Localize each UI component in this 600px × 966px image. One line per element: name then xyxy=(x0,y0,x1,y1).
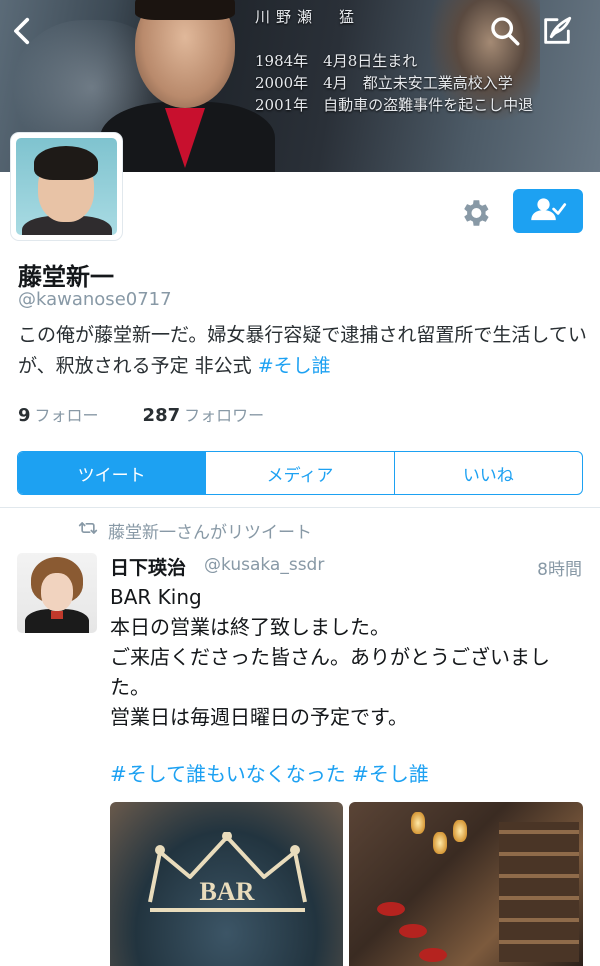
tweet-author-avatar[interactable] xyxy=(17,553,97,633)
followers-stat[interactable]: 287 フォロワー xyxy=(143,402,265,426)
back-icon xyxy=(6,17,40,52)
followers-count: 287 xyxy=(142,405,181,426)
profile-bio-hashtag[interactable]: #そし誰 xyxy=(258,355,331,377)
followers-label: フォロワー xyxy=(184,406,265,425)
settings-button[interactable] xyxy=(458,196,492,230)
profile-display-name: 藤堂新一 xyxy=(18,263,114,291)
tab-tweets[interactable]: ツイート xyxy=(18,452,206,494)
gear-icon xyxy=(458,200,492,234)
profile-tabs: ツイート メディア いいね xyxy=(17,451,583,495)
following-stat[interactable]: 9 フォロー xyxy=(18,402,99,426)
profile-handle: @kawanose0717 xyxy=(18,289,172,310)
tweet-media-sign[interactable]: BAR xyxy=(110,802,343,966)
tweet-author-name[interactable]: 日下瑛治 xyxy=(110,553,186,580)
profile-stats: 9 フォロー 287 フォロワー xyxy=(18,402,264,426)
tweet-author-handle[interactable]: @kusaka_ssdr xyxy=(204,555,324,575)
tab-likes[interactable]: いいね xyxy=(393,452,582,494)
following-count: 9 xyxy=(18,405,31,426)
crown-logo: BAR xyxy=(148,832,307,912)
section-divider xyxy=(0,507,600,508)
tweet-text-line: 本日の営業は終了致しました。 xyxy=(110,615,390,639)
tweet-hashtags[interactable]: #そして誰もいなくなった #そし誰 xyxy=(110,758,429,787)
banner-portrait xyxy=(100,0,275,172)
tweet-text-line: ご来店くださった皆さん。ありがとうございました。 xyxy=(110,645,550,699)
retweet-context: 藤堂新一さんがリツイート xyxy=(78,518,312,543)
tweet-text-line: BAR King xyxy=(110,585,202,609)
following-label: フォロー xyxy=(34,406,99,425)
banner-caption-line: 2000年 4月 都立未安工業高校入学 xyxy=(255,74,513,92)
profile-avatar[interactable] xyxy=(11,133,122,240)
tweet-media-bar[interactable] xyxy=(349,802,583,966)
tweet-timestamp: 8時間 xyxy=(537,560,582,580)
back-button[interactable] xyxy=(6,14,46,54)
retweet-label: 藤堂新一さんがリツイート xyxy=(108,523,312,543)
tweet-text: BAR King 本日の営業は終了致しました。 ご来店くださった皆さん。ありがと… xyxy=(110,582,585,732)
crown-logo-text: BAR xyxy=(200,877,255,906)
follow-user-icon xyxy=(529,195,567,227)
search-icon xyxy=(488,17,522,52)
compose-button[interactable] xyxy=(540,14,580,54)
tweet-text-line: 営業日は毎週日曜日の予定です。 xyxy=(110,705,408,729)
profile-bio: この俺が藤堂新一だ。婦女暴行容疑で逮捕され留置所で生活していが、釈放される予定 … xyxy=(18,320,588,382)
search-button[interactable] xyxy=(488,14,528,54)
following-button[interactable] xyxy=(513,189,583,233)
banner-caption-line: 2001年 自動車の盗難事件を起こし中退 xyxy=(255,96,534,114)
retweet-icon xyxy=(78,520,98,541)
compose-icon xyxy=(540,16,574,52)
tab-media[interactable]: メディア xyxy=(205,452,393,494)
